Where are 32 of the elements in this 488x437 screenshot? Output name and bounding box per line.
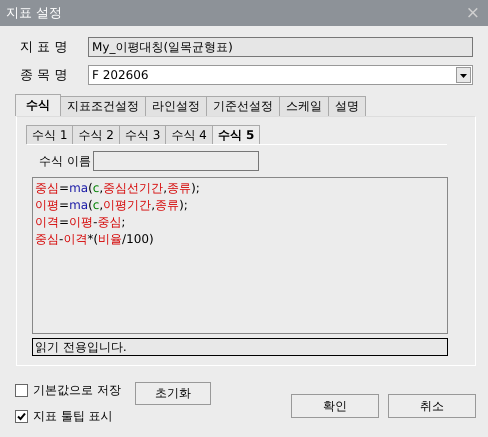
field-label: 종 목 명	[19, 67, 68, 84]
window-title: 지표 설정	[6, 5, 62, 22]
tab[interactable]: 스케일	[279, 96, 329, 116]
caret-icon[interactable]	[456, 67, 471, 83]
code-line: 이평=ma(c,이평기간,종류);	[35, 197, 188, 214]
dropdown-field[interactable]: F 202606	[88, 65, 473, 85]
field-label: 수식 이름	[39, 152, 92, 170]
tab[interactable]: 수식 2	[72, 125, 120, 144]
dialog-button[interactable]: 확인	[291, 394, 379, 418]
code-line: 이격=이평-중심;	[35, 214, 126, 231]
input-field[interactable]: My_이평대칭(일목균형표)	[88, 37, 473, 57]
code-editor[interactable]: 중심=ma(c,중심선기간,종류); 이평=ma(c,이평기간,종류); 이격=이평-중심; 중심-이격*(비율/100)	[32, 177, 448, 334]
checkbox[interactable]	[15, 410, 28, 423]
tab[interactable]: 수식 4	[165, 125, 213, 144]
tab[interactable]: 수식	[15, 94, 61, 116]
dialog-button[interactable]: 취소	[388, 394, 476, 418]
status-text: 읽기 전용입니다.	[32, 338, 448, 356]
tab[interactable]: 수식 3	[118, 125, 166, 144]
tab[interactable]: 지표조건설정	[60, 96, 146, 116]
tab[interactable]: 기준선설정	[206, 96, 280, 116]
field-label: 지 표 명	[19, 39, 68, 56]
tab[interactable]: 수식 5	[212, 125, 260, 144]
checkbox-label: 지표 툴팁 표시	[33, 408, 113, 425]
code-line: 중심-이격*(비율/100)	[35, 231, 154, 248]
input-field[interactable]	[93, 151, 259, 171]
tab[interactable]: 라인설정	[145, 96, 207, 116]
checkbox[interactable]	[15, 384, 28, 397]
code-line: 중심=ma(c,중심선기간,종류);	[35, 180, 200, 197]
reset-button[interactable]: 초기화	[134, 382, 211, 405]
checkbox-label: 기본값으로 저장	[33, 382, 121, 399]
tab[interactable]: 수식 1	[26, 125, 74, 144]
tab[interactable]: 설명	[328, 96, 366, 116]
